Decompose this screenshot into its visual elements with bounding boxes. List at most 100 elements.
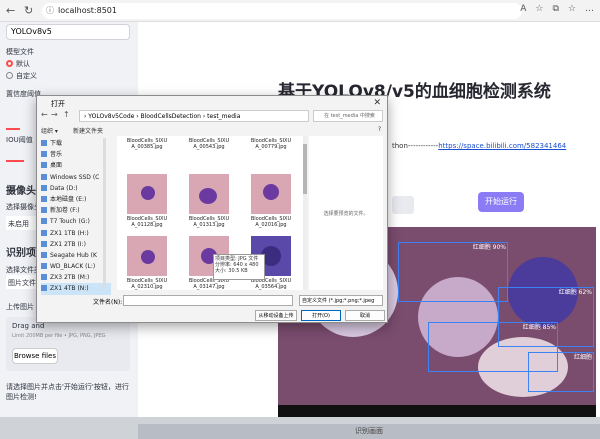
tree-item[interactable]: 音乐: [41, 149, 111, 160]
back-arrow-icon[interactable]: ←: [41, 110, 48, 119]
radio-custom[interactable]: 自定义: [6, 71, 37, 81]
tree-item[interactable]: 下载: [41, 138, 111, 149]
refresh-icon[interactable]: ↻: [24, 4, 33, 17]
info-icon: ⓘ: [46, 6, 54, 15]
tree-item[interactable]: Windows SSD (C: [41, 172, 111, 183]
close-icon[interactable]: ✕: [373, 98, 381, 108]
file-thumbnail[interactable]: [127, 236, 167, 276]
read-aloud-icon[interactable]: A: [520, 4, 526, 14]
back-icon[interactable]: ←: [6, 4, 15, 17]
detection-box: 红细胞: [528, 352, 594, 392]
radio-default[interactable]: 默认: [6, 59, 30, 69]
tree-item-label: 音乐: [50, 151, 63, 159]
author-line: thon------------https://space.bilibili.c…: [392, 142, 566, 150]
detection-label: 红细胞 90%: [472, 244, 506, 251]
tree-item[interactable]: Seagate Hub (K: [41, 250, 111, 261]
organize-button[interactable]: 组织 ▾: [41, 126, 58, 135]
tree-item[interactable]: ZX1 1TB (H:): [41, 228, 111, 239]
tree-item[interactable]: 本地磁盘 (E:): [41, 194, 111, 205]
drive-icon: [41, 218, 47, 225]
drag-text: Drag and: [12, 322, 45, 330]
recognition-heading: 识别项: [6, 248, 36, 259]
address-bar[interactable]: ⓘ localhost:8501: [42, 3, 522, 19]
detection-label: 红细胞 85%: [522, 324, 556, 331]
tree-item[interactable]: 桌面: [41, 160, 111, 171]
file-name[interactable]: BloodCells_SIXU A_02310.jpg: [121, 278, 173, 290]
upload-mobile-button[interactable]: 从移动设备上传: [255, 310, 297, 321]
bilibili-link[interactable]: https://space.bilibili.com/582341464: [438, 142, 566, 150]
tree-item-label: T7 Touch (G:): [50, 218, 90, 226]
detection-label: 红细胞 62%: [558, 289, 592, 296]
tree-item[interactable]: 新加卷 (F:): [41, 205, 111, 216]
conf-slider[interactable]: [6, 128, 20, 130]
radio-default-label: 默认: [16, 60, 30, 68]
model-file-label: 模型文件: [6, 48, 34, 56]
tree-item[interactable]: WD_BLACK (L:): [41, 261, 111, 272]
iou-slider[interactable]: [6, 160, 24, 162]
radio-default-icon: [6, 60, 13, 67]
model-select[interactable]: YOLOv8v5: [6, 24, 130, 40]
file-name[interactable]: BloodCells_SIXU A_00543.jpg: [183, 138, 235, 150]
browse-files-button[interactable]: Browse files: [12, 348, 58, 364]
radio-custom-label: 自定义: [16, 72, 37, 80]
file-thumbnail[interactable]: [189, 174, 229, 214]
drive-icon: [41, 263, 47, 270]
scrollbar-thumb[interactable]: [303, 144, 307, 194]
tree-item-label: WD_BLACK (L:): [50, 263, 96, 271]
bottom-label: 识别画面: [138, 424, 600, 439]
file-name[interactable]: BloodCells_SIXU A_00779.jpg: [245, 138, 297, 150]
file-thumbnail[interactable]: [127, 174, 167, 214]
file-name[interactable]: BloodCells_SIXU A_01128.jpg: [121, 216, 173, 228]
open-button[interactable]: 打开(O): [301, 310, 341, 321]
forward-arrow-icon[interactable]: →: [51, 110, 58, 119]
tree-item[interactable]: Data (D:): [41, 183, 111, 194]
select-stub[interactable]: [392, 196, 414, 214]
folder-icon: [41, 140, 47, 146]
author-prefix: thon------------: [392, 142, 439, 150]
tree-scrollbar[interactable]: [103, 138, 106, 288]
new-folder-button[interactable]: 新建文件夹: [73, 126, 103, 135]
favorites-icon[interactable]: ☆: [568, 4, 576, 14]
tree-item-label: ZX1 1TB (H:): [50, 229, 89, 237]
file-type-filter[interactable]: 自定义文件 (*.jpg;*.png;*.jpeg: [299, 295, 383, 306]
tree-item-label: ZX1 2TB (I:): [50, 240, 86, 248]
tree-item-label: 桌面: [50, 162, 63, 170]
tree-item-label: 新加卷 (F:): [50, 207, 80, 215]
up-arrow-icon[interactable]: ↑: [63, 110, 70, 119]
favorite-icon[interactable]: ☆: [535, 4, 543, 14]
camera-heading: 摄像头: [6, 186, 36, 197]
drive-icon: [41, 240, 47, 247]
file-type-select[interactable]: 图片文件: [6, 275, 36, 289]
detection-box: 红细胞 90%: [398, 242, 508, 302]
camera-select[interactable]: 未启用: [6, 216, 36, 230]
tree-item[interactable]: ZX3 2TB (M:): [41, 272, 111, 283]
tree-item[interactable]: T7 Touch (G:): [41, 216, 111, 227]
file-thumbnail[interactable]: [251, 174, 291, 214]
run-button[interactable]: 开始运行: [478, 192, 524, 212]
tree-item[interactable]: ZX1 2TB (I:): [41, 239, 111, 250]
tree-item-label: 本地磁盘 (E:): [50, 195, 87, 203]
folder-icon: [41, 151, 47, 158]
iou-label: IOU阈值: [6, 136, 33, 144]
preview-pane: 选择要预览的文件。: [309, 136, 383, 290]
cancel-button[interactable]: 取消: [345, 310, 385, 321]
more-icon[interactable]: …: [585, 4, 594, 14]
file-scrollbar[interactable]: [303, 136, 307, 290]
split-screen-icon[interactable]: ⧉: [552, 4, 558, 14]
file-name[interactable]: BloodCells_SIXU A_01313.jpg: [183, 216, 235, 228]
file-name[interactable]: BloodCells_SIXU A_00385.jpg: [121, 138, 173, 150]
drive-icon: [41, 207, 47, 214]
upload-label: 上传图片: [6, 303, 34, 311]
file-name[interactable]: BloodCells_SIXU A_02016.jpg: [245, 216, 297, 228]
tree-item-label: Windows SSD (C: [50, 173, 100, 181]
limit-text: Limit 200MB per file • JPG, PNG, JPEG: [12, 333, 106, 339]
file-tooltip: 项目类型: JPG 文件 分辨率: 640 x 480 大小: 30.5 KB: [213, 254, 265, 280]
drive-icon: [41, 285, 47, 292]
hint-text: 请选择图片并点击'开始运行'按钮，进行图片检测!: [6, 383, 129, 401]
search-input[interactable]: 在 test_media 中搜索: [313, 110, 383, 122]
help-icon[interactable]: ?: [378, 126, 381, 133]
tree-item[interactable]: ZX1 4TB (N:): [41, 283, 111, 295]
drive-icon: [41, 274, 47, 281]
address-path[interactable]: › YOLOv8v5Code › BloodCellsDetection › t…: [79, 110, 309, 122]
filename-input[interactable]: [123, 295, 293, 306]
